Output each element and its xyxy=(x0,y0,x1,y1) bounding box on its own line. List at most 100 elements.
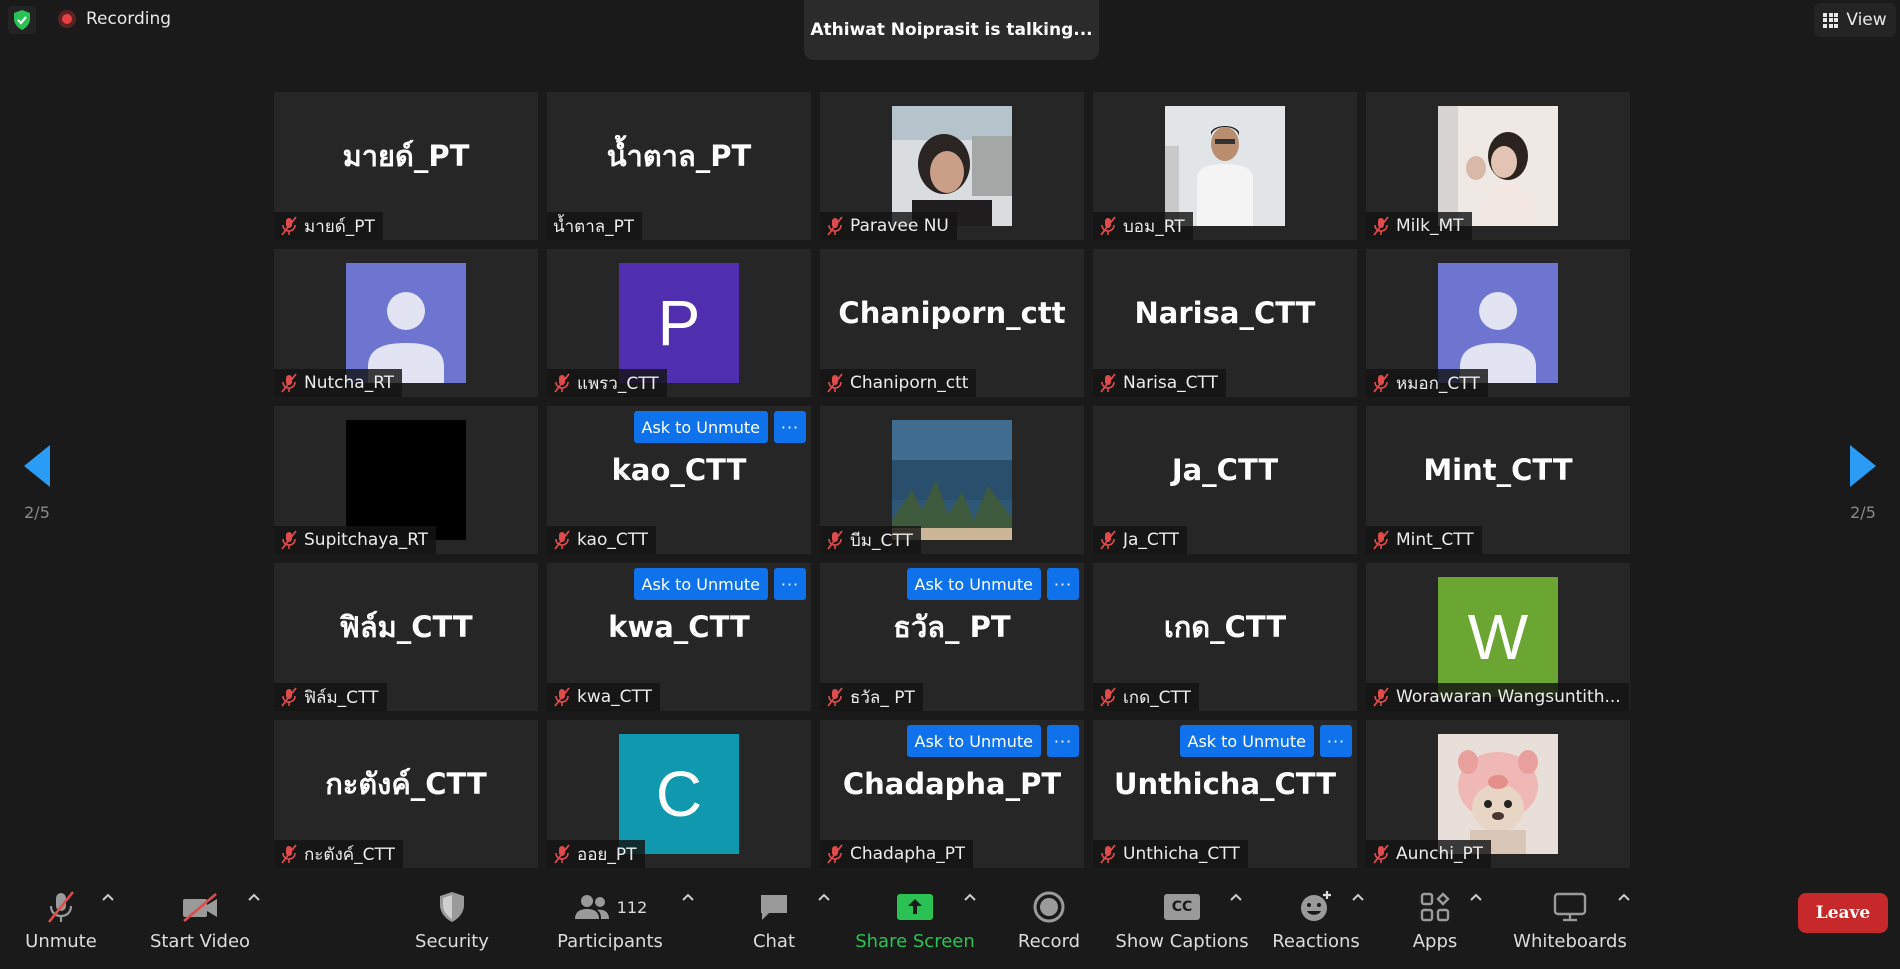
participant-tile[interactable]: Chaniporn_ctt Chaniporn_ctt xyxy=(820,249,1084,397)
more-options-button[interactable]: ··· xyxy=(1047,725,1079,757)
video-off-icon xyxy=(180,887,220,927)
participant-video-frame xyxy=(1438,734,1558,854)
participant-tile[interactable]: บีม_CTT xyxy=(820,406,1084,554)
chat-button[interactable]: Chat xyxy=(748,879,800,952)
participant-name: Unthicha_CTT xyxy=(1123,844,1240,864)
chat-options-caret-icon[interactable] xyxy=(818,891,830,903)
more-options-button[interactable]: ··· xyxy=(1320,725,1352,757)
participant-name: Aunchi_PT xyxy=(1396,844,1484,864)
record-button[interactable]: Record xyxy=(1014,879,1084,952)
whiteboards-button[interactable]: Whiteboards xyxy=(1508,879,1632,952)
apps-options-caret-icon[interactable] xyxy=(1470,891,1482,903)
apps-label: Apps xyxy=(1412,931,1458,952)
view-button[interactable]: View xyxy=(1814,3,1896,37)
next-page-button[interactable]: 2/5 xyxy=(1832,418,1894,548)
participant-name: ออย_PT xyxy=(577,844,637,865)
participant-tile[interactable]: C ออย_PT xyxy=(547,720,811,868)
tile-actions: Ask to Unmute ··· xyxy=(633,568,806,600)
more-options-button[interactable]: ··· xyxy=(774,568,806,600)
participants-label: Participants xyxy=(557,931,663,952)
participant-display-name: น้ำตาล_PT xyxy=(606,139,752,173)
participant-name: kwa_CTT xyxy=(577,687,653,707)
participant-tile[interactable]: kao_CTT Ask to Unmute ··· kao_CTT xyxy=(547,406,811,554)
reactions-options-caret-icon[interactable] xyxy=(1352,891,1364,903)
security-button[interactable]: Security xyxy=(410,879,494,952)
default-avatar-icon xyxy=(346,263,466,383)
meeting-toolbar: Unmute Start Video Security 112 Particip… xyxy=(0,879,1900,969)
reactions-button[interactable]: Reactions xyxy=(1272,879,1360,952)
letter-avatar: W xyxy=(1438,577,1558,697)
participant-name: Worawaran Wangsuntith... xyxy=(1396,687,1621,707)
participant-tile[interactable]: Mint_CTT Mint_CTT xyxy=(1366,406,1630,554)
participant-display-name: Chaniporn_ctt xyxy=(838,296,1066,330)
record-icon xyxy=(1032,887,1066,927)
share-screen-button[interactable]: Share Screen xyxy=(855,879,975,952)
whiteboards-options-caret-icon[interactable] xyxy=(1618,891,1630,903)
participant-tile[interactable]: kwa_CTT Ask to Unmute ··· kwa_CTT xyxy=(547,563,811,711)
muted-mic-icon xyxy=(1373,687,1389,707)
participant-name: Nutcha_RT xyxy=(304,373,395,393)
participant-name: มายด์_PT xyxy=(304,216,375,237)
share-options-caret-icon[interactable] xyxy=(964,891,976,903)
video-options-caret-icon[interactable] xyxy=(248,891,260,903)
participant-tile[interactable]: ฟิล์ม_CTT ฟิล์ม_CTT xyxy=(274,563,538,711)
participant-tile[interactable]: ธวัล_ PT Ask to Unmute ··· ธวัล_ PT xyxy=(820,563,1084,711)
participant-name-tag: Chaniporn_ctt xyxy=(820,369,977,397)
captions-options-caret-icon[interactable] xyxy=(1230,891,1242,903)
apps-button[interactable]: Apps xyxy=(1410,879,1460,952)
participant-name-tag: บีม_CTT xyxy=(820,526,921,554)
participant-tile[interactable]: W Worawaran Wangsuntith... xyxy=(1366,563,1630,711)
unmute-button[interactable]: Unmute xyxy=(20,879,102,952)
participant-tile[interactable]: Ja_CTT Ja_CTT xyxy=(1093,406,1357,554)
participant-tile[interactable]: มายด์_PT มายด์_PT xyxy=(274,92,538,240)
muted-mic-icon xyxy=(281,530,297,550)
ask-to-unmute-button[interactable]: Ask to Unmute xyxy=(1179,725,1314,757)
participant-name-tag: บอม_RT xyxy=(1093,212,1193,240)
participant-tile[interactable]: Narisa_CTT Narisa_CTT xyxy=(1093,249,1357,397)
ask-to-unmute-button[interactable]: Ask to Unmute xyxy=(906,568,1041,600)
recording-indicator[interactable]: Recording xyxy=(58,6,171,32)
tile-actions: Ask to Unmute ··· xyxy=(1179,725,1352,757)
more-options-button[interactable]: ··· xyxy=(774,411,806,443)
previous-page-button[interactable]: 2/5 xyxy=(6,418,68,548)
participant-tile[interactable]: Paravee NU xyxy=(820,92,1084,240)
security-shield-icon[interactable] xyxy=(8,6,36,34)
show-captions-button[interactable]: CC Show Captions xyxy=(1115,879,1249,952)
participant-tile[interactable]: บอม_RT xyxy=(1093,92,1357,240)
start-video-button[interactable]: Start Video xyxy=(150,879,250,952)
ask-to-unmute-button[interactable]: Ask to Unmute xyxy=(906,725,1041,757)
participant-video-frame xyxy=(892,420,1012,540)
muted-mic-icon xyxy=(827,373,843,393)
participant-tile[interactable]: P แพรว_CTT xyxy=(547,249,811,397)
participant-tile[interactable]: น้ำตาล_PT น้ำตาล_PT xyxy=(547,92,811,240)
audio-options-caret-icon[interactable] xyxy=(102,891,114,903)
participant-name: Ja_CTT xyxy=(1123,530,1180,550)
participants-button[interactable]: 112 Participants xyxy=(557,879,663,952)
ask-to-unmute-button[interactable]: Ask to Unmute xyxy=(633,411,768,443)
participant-name: บอม_RT xyxy=(1123,216,1185,237)
participant-tile[interactable]: Aunchi_PT xyxy=(1366,720,1630,868)
participant-tile[interactable]: หมอก_CTT xyxy=(1366,249,1630,397)
participant-name-tag: น้ำตาล_PT xyxy=(547,212,643,240)
participant-display-name: เกด_CTT xyxy=(1163,610,1287,644)
participant-tile[interactable]: Supitchaya_RT xyxy=(274,406,538,554)
participant-name-tag: Chadapha_PT xyxy=(820,840,974,868)
participant-tile[interactable]: กะตังค์_CTT กะตังค์_CTT xyxy=(274,720,538,868)
participant-name: บีม_CTT xyxy=(850,530,913,551)
participants-options-caret-icon[interactable] xyxy=(682,891,694,903)
shield-icon xyxy=(436,887,468,927)
participant-display-name: Mint_CTT xyxy=(1423,453,1573,487)
active-speaker-text: Athiwat Noiprasit is talking... xyxy=(810,20,1093,40)
participant-name-tag: มายด์_PT xyxy=(274,212,383,240)
record-dot-icon xyxy=(58,10,76,28)
leave-button[interactable]: Leave xyxy=(1798,893,1888,933)
participant-tile[interactable]: เกด_CTT เกด_CTT xyxy=(1093,563,1357,711)
more-options-button[interactable]: ··· xyxy=(1047,568,1079,600)
participant-tile[interactable]: Nutcha_RT xyxy=(274,249,538,397)
participant-tile[interactable]: Milk_MT xyxy=(1366,92,1630,240)
ask-to-unmute-button[interactable]: Ask to Unmute xyxy=(633,568,768,600)
tile-actions: Ask to Unmute ··· xyxy=(906,568,1079,600)
participant-name-tag: กะตังค์_CTT xyxy=(274,840,403,868)
participant-tile[interactable]: Unthicha_CTT Ask to Unmute ··· Unthicha_… xyxy=(1093,720,1357,868)
participant-tile[interactable]: Chadapha_PT Ask to Unmute ··· Chadapha_P… xyxy=(820,720,1084,868)
